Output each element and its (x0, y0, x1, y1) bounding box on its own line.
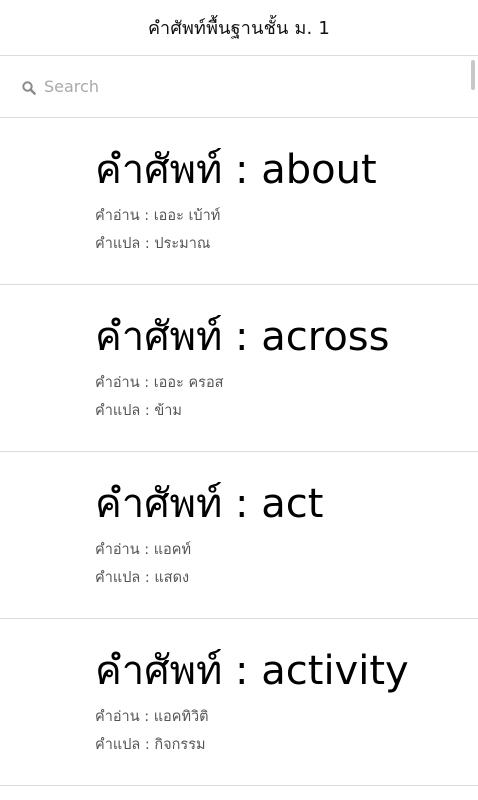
scrollbar-thumb[interactable] (471, 60, 475, 90)
word-meaning: คำแปล : ข้าม (95, 403, 182, 419)
word-heading: คำศัพท์ : activity (95, 648, 409, 694)
word-reading: คำอ่าน : แอคท์ (95, 542, 192, 558)
word-meaning: คำแปล : ประมาณ (95, 236, 211, 252)
page-title: คำศัพท์พื้นฐานชั้น ม. 1 (147, 18, 331, 39)
list-item[interactable]: คำศัพท์ : across คำอ่าน : เออะ ครอส คำแป… (0, 285, 478, 452)
list-item[interactable]: คำศัพท์ : act คำอ่าน : แอคท์ คำแปล : แสด… (0, 452, 478, 619)
word-meaning: คำแปล : แสดง (95, 570, 190, 586)
word-reading: คำอ่าน : เออะ ครอส (95, 375, 224, 391)
app-window: คำศัพท์พื้นฐานชั้น ม. 1 คำศัพท์ : about … (0, 0, 478, 800)
word-heading: คำศัพท์ : about (95, 147, 377, 193)
word-reading: คำอ่าน : แอคทิวิติ (95, 709, 209, 725)
list-item[interactable]: คำศัพท์ : about คำอ่าน : เออะ เบ้าท์ คำแ… (0, 118, 478, 285)
word-reading: คำอ่าน : เออะ เบ้าท์ (95, 208, 221, 224)
app-header: คำศัพท์พื้นฐานชั้น ม. 1 (0, 0, 478, 56)
word-list: คำศัพท์ : about คำอ่าน : เออะ เบ้าท์ คำแ… (0, 118, 478, 786)
word-meaning: คำแปล : กิจกรรม (95, 737, 206, 753)
search-bar[interactable] (0, 56, 478, 118)
word-heading: คำศัพท์ : across (95, 314, 390, 360)
word-heading: คำศัพท์ : act (95, 481, 324, 527)
search-input[interactable] (44, 77, 424, 96)
list-item[interactable]: คำศัพท์ : activity คำอ่าน : แอคทิวิติ คำ… (0, 619, 478, 786)
search-icon (22, 80, 36, 95)
